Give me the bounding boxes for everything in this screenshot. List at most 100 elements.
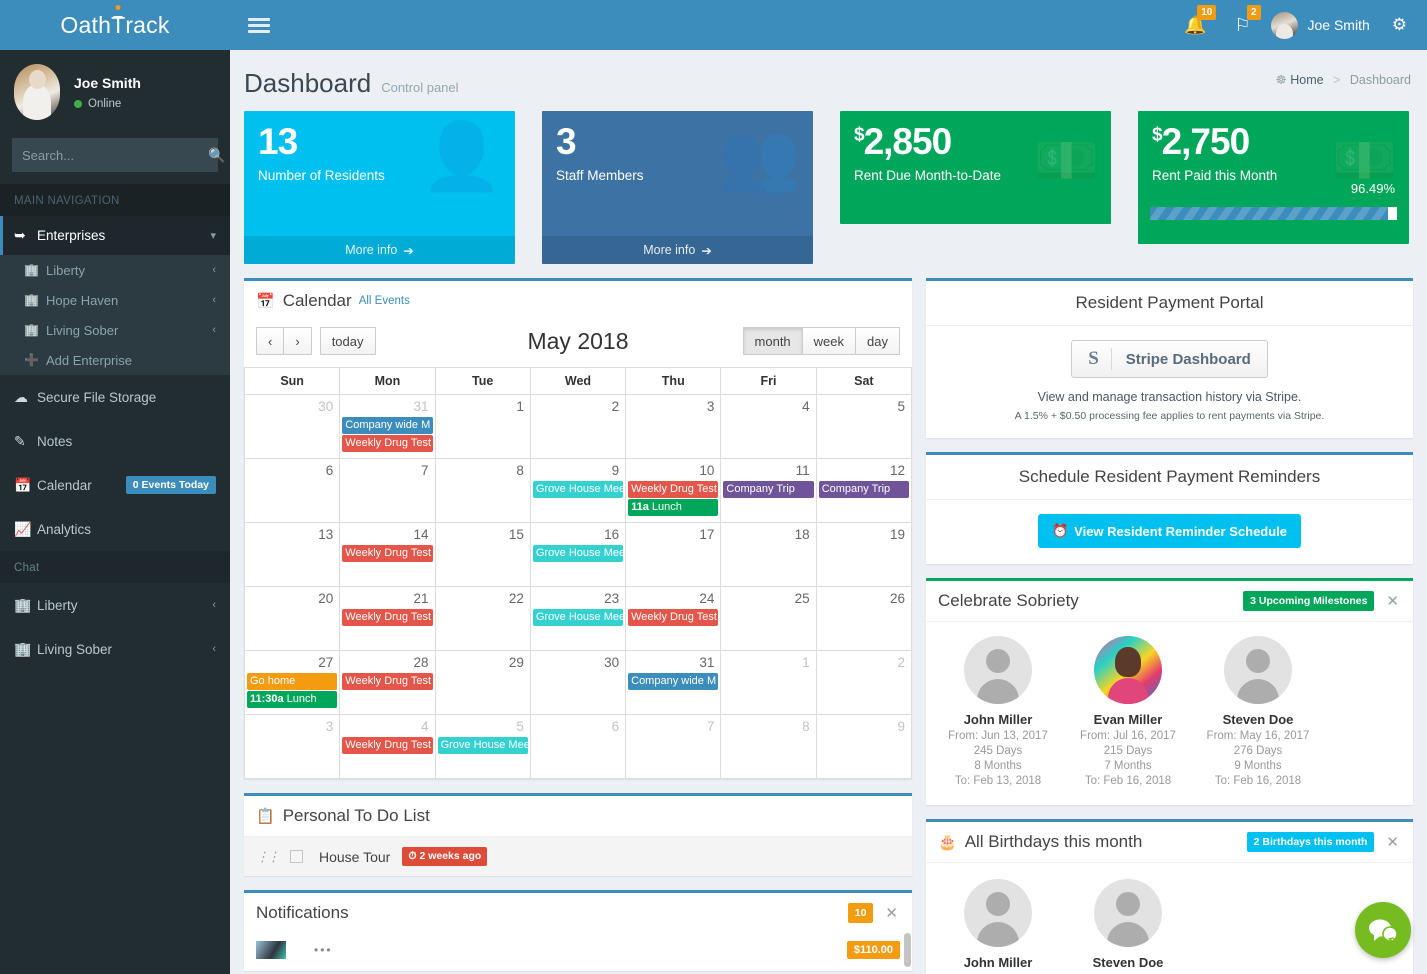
sidebar-item-liberty[interactable]: 🏢 Liberty ‹ (0, 255, 230, 285)
sidebar-item-analytics[interactable]: 📈 Analytics (0, 507, 230, 551)
chat-support-button[interactable] (1355, 902, 1411, 958)
calendar-event[interactable]: Weekly Drug Test (628, 609, 719, 626)
calendar-day-cell[interactable]: 7 (625, 714, 722, 779)
notifications-bell-icon[interactable]: 🔔 10 (1170, 4, 1220, 36)
search-input[interactable] (12, 147, 208, 163)
birthday-person[interactable]: John Miller (940, 879, 1056, 970)
calendar-day-cell[interactable]: 26 (815, 586, 913, 651)
calendar-all-events-link[interactable]: All Events (359, 295, 410, 307)
stripe-dashboard-button[interactable]: S Stripe Dashboard (1071, 340, 1268, 378)
calendar-day-cell[interactable]: 31 Company wide M Weekly Drug Test (339, 394, 436, 459)
gear-icon[interactable]: ⚙ (1382, 15, 1413, 35)
calendar-day-cell[interactable]: 21 Weekly Drug Test (339, 586, 436, 651)
calendar-day-cell[interactable]: 31 Company wide M (625, 650, 722, 715)
app-logo[interactable]: Oath Track (0, 0, 230, 50)
calendar-view-week[interactable]: week (801, 327, 857, 355)
calendar-event[interactable]: 11:30a Lunch (247, 691, 338, 708)
calendar-day-cell[interactable]: 16 Grove House Mee (529, 522, 627, 587)
calendar-day-cell[interactable]: 15 (434, 522, 531, 587)
sidebar-item-notes[interactable]: ✎ Notes (0, 419, 230, 463)
breadcrumb-home[interactable]: Home (1290, 73, 1323, 87)
view-reminder-schedule-button[interactable]: ⏰ View Resident Reminder Schedule (1037, 514, 1302, 548)
calendar-day-cell[interactable]: 2 (815, 650, 913, 715)
sidebar-item-enterprises[interactable]: ➥ Enterprises ▾ (0, 216, 230, 255)
calendar-event[interactable]: Company Trip (818, 481, 909, 498)
header-user-menu[interactable]: Joe Smith (1265, 11, 1382, 39)
calendar-day-cell[interactable]: 9 Grove House Mee (529, 458, 627, 523)
calendar-view-month[interactable]: month (742, 327, 803, 355)
calendar-day-cell[interactable]: 4 (720, 394, 817, 459)
sidebar-item-hope-haven[interactable]: 🏢 Hope Haven ‹ (0, 285, 230, 315)
sobriety-person[interactable]: Evan Miller From: Jul 16, 2017 215 Days 7 M… (1070, 636, 1186, 787)
calendar-day-cell[interactable]: 8 (720, 714, 817, 779)
calendar-day-cell[interactable]: 19 (815, 522, 913, 587)
sidebar-item-calendar[interactable]: 📅 Calendar 0 Events Today (0, 463, 230, 507)
calendar-event[interactable]: Weekly Drug Test (342, 545, 433, 562)
sidebar-item-secure-file-storage[interactable]: ☁ Secure File Storage (0, 375, 230, 419)
calendar-day-cell[interactable]: 18 (720, 522, 817, 587)
calendar-event[interactable]: Weekly Drug Test (342, 435, 433, 452)
calendar-day-cell[interactable]: 12 Company Trip (815, 458, 913, 523)
calendar-event[interactable]: Weekly Drug Test (628, 481, 719, 498)
sidebar-item-living-sober[interactable]: 🏢 Living Sober ‹ (0, 315, 230, 345)
calendar-day-cell[interactable]: 7 (339, 458, 436, 523)
calendar-view-day[interactable]: day (855, 327, 900, 355)
calendar-day-cell[interactable]: 28 Weekly Drug Test (339, 650, 436, 715)
calendar-day-cell[interactable]: 22 (434, 586, 531, 651)
calendar-day-cell[interactable]: 1 (434, 394, 531, 459)
calendar-day-cell[interactable]: 2 (529, 394, 627, 459)
sidebar-toggle-icon[interactable] (248, 15, 270, 36)
more-info-link[interactable]: More info ➔ (542, 236, 813, 264)
todo-checkbox[interactable] (290, 850, 303, 863)
calendar-today-button[interactable]: today (319, 327, 376, 355)
drag-handle-icon[interactable]: ⋮⋮ (256, 850, 280, 863)
more-info-link[interactable]: More info ➔ (244, 236, 515, 264)
calendar-day-cell[interactable]: 29 (434, 650, 531, 715)
calendar-day-cell[interactable]: 13 (243, 522, 341, 587)
notification-row[interactable]: ••• $110.00 (244, 933, 912, 967)
calendar-event[interactable]: Company Trip (723, 481, 814, 498)
calendar-event[interactable]: Company wide M (628, 673, 719, 690)
calendar-day-cell[interactable]: 1 (720, 650, 817, 715)
birthday-person[interactable]: Steven Doe (1070, 879, 1186, 970)
calendar-next-button[interactable]: › (283, 327, 312, 355)
calendar-day-cell[interactable]: 27 Go home 11:30a Lunch (243, 650, 341, 715)
calendar-event[interactable]: 11a Lunch (628, 499, 719, 516)
calendar-day-cell[interactable]: 30 (529, 650, 627, 715)
close-icon[interactable]: ✕ (1384, 592, 1401, 610)
sidebar-chat-liberty[interactable]: 🏢 Liberty ‹ (0, 583, 230, 627)
calendar-day-cell[interactable]: 6 (243, 458, 341, 523)
calendar-day-cell[interactable]: 11 Company Trip (720, 458, 817, 523)
sobriety-person[interactable]: John Miller From: Jun 13, 2017 245 Days 8 M… (940, 636, 1056, 787)
calendar-day-cell[interactable]: 5 Grove House Mee (434, 714, 531, 779)
sidebar-chat-living-sober[interactable]: 🏢 Living Sober ‹ (0, 627, 230, 671)
calendar-day-cell[interactable]: 30 (243, 394, 341, 459)
calendar-event[interactable]: Grove House Mee (437, 737, 528, 754)
calendar-event[interactable]: Grove House Mee (532, 545, 624, 562)
sidebar-item-add-enterprise[interactable]: ➕ Add Enterprise (0, 345, 230, 375)
calendar-day-cell[interactable]: 6 (529, 714, 627, 779)
calendar-day-cell[interactable]: 8 (434, 458, 531, 523)
close-icon[interactable]: ✕ (1384, 833, 1401, 851)
calendar-day-cell[interactable]: 3 (625, 394, 722, 459)
calendar-day-cell[interactable]: 17 (625, 522, 722, 587)
calendar-day-cell[interactable]: 14 Weekly Drug Test (339, 522, 436, 587)
calendar-event[interactable]: Grove House Mee (532, 609, 624, 626)
sobriety-person[interactable]: Steven Doe From: May 16, 2017 276 Days 9 Mo… (1200, 636, 1316, 787)
calendar-event[interactable]: Weekly Drug Test (342, 673, 433, 690)
calendar-prev-button[interactable]: ‹ (256, 327, 285, 355)
calendar-event[interactable]: Weekly Drug Test (342, 609, 433, 626)
user-panel[interactable]: Joe Smith Online (0, 50, 230, 132)
scrollbar[interactable] (904, 933, 911, 971)
calendar-day-cell[interactable]: 23 Grove House Mee (529, 586, 627, 651)
calendar-day-cell[interactable]: 25 (720, 586, 817, 651)
search-icon[interactable]: 🔍 (208, 138, 225, 172)
calendar-day-cell[interactable]: 5 (815, 394, 913, 459)
calendar-event[interactable]: Weekly Drug Test (342, 737, 433, 754)
calendar-event[interactable]: Company wide M (342, 417, 433, 434)
calendar-event[interactable]: Grove House Mee (532, 481, 624, 498)
calendar-day-cell[interactable]: 24 Weekly Drug Test (625, 586, 722, 651)
flag-icon[interactable]: ⚐ 2 (1220, 4, 1264, 36)
calendar-day-cell[interactable]: 9 (815, 714, 913, 779)
calendar-day-cell[interactable]: 10 Weekly Drug Test 11a Lunch (625, 458, 722, 523)
